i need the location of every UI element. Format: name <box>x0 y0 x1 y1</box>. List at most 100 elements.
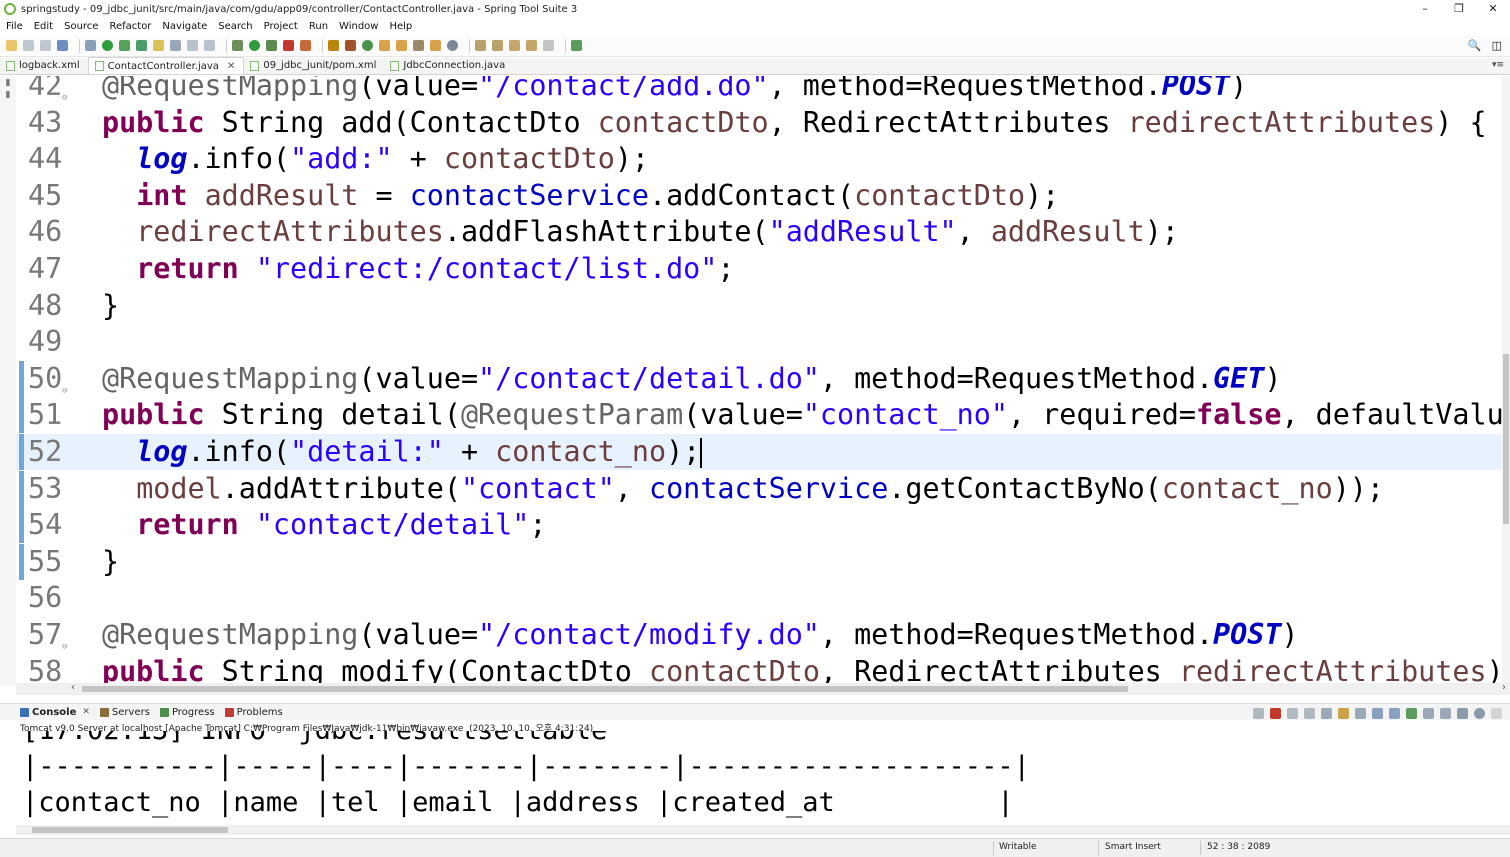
tab-list-menu-icon[interactable]: ▾≡ <box>1492 60 1504 70</box>
restore-button[interactable]: ❐ <box>1442 0 1476 18</box>
open-folder-icon[interactable] <box>430 40 441 51</box>
close-button[interactable]: ✕ <box>1476 0 1510 18</box>
menu-source[interactable]: Source <box>64 21 98 32</box>
refresh-icon[interactable] <box>119 40 130 51</box>
paragraph-icon[interactable] <box>204 40 215 51</box>
forward-icon[interactable] <box>543 40 554 51</box>
word-wrap-icon[interactable] <box>1355 708 1366 719</box>
code-line[interactable]: 43 public String add(ContactDto contactDt… <box>16 105 1502 141</box>
code-line[interactable]: 53 model.addAttribute("contact", contact… <box>16 470 1502 507</box>
editor-horizontal-scrollbar[interactable]: ‹ › <box>16 682 1510 695</box>
toggle-markers-icon[interactable] <box>136 40 147 51</box>
code-line[interactable]: 45 int addResult = contactService.addCon… <box>16 178 1502 214</box>
code-line[interactable]: 51 public String detail(@RequestParam(val… <box>16 397 1502 434</box>
open-perspective-icon[interactable]: ◫ <box>1492 39 1502 52</box>
code-line[interactable]: 54 return "contact/detail"; <box>16 507 1502 544</box>
menu-help[interactable]: Help <box>389 21 412 32</box>
tab-jdbc-connection[interactable]: JdbcConnection.java <box>384 57 513 74</box>
scroll-right-icon[interactable]: › <box>1502 682 1506 693</box>
clear-console-icon[interactable] <box>1321 708 1332 719</box>
open-task-icon[interactable] <box>396 40 407 51</box>
code-line[interactable]: 47 return "redirect:/contact/list.do"; <box>16 251 1502 287</box>
show-on-stdout-icon[interactable] <box>1372 708 1383 719</box>
display-console-icon[interactable] <box>1423 708 1434 719</box>
block-selection-icon[interactable] <box>170 40 181 51</box>
remove-all-icon[interactable] <box>1304 708 1315 719</box>
close-icon[interactable]: ✕ <box>227 61 235 72</box>
pin-console-icon[interactable] <box>1406 708 1417 719</box>
code-line[interactable]: 50 ⊖ @RequestMapping(value="/contact/detai… <box>16 360 1502 397</box>
scroll-left-icon[interactable]: ‹ <box>71 682 75 693</box>
code-line[interactable]: 46 redirectAttributes.addFlashAttribute(… <box>16 214 1502 250</box>
close-icon[interactable]: ✕ <box>82 707 90 717</box>
external-tools-icon[interactable] <box>300 40 311 51</box>
menu-refactor[interactable]: Refactor <box>109 21 151 32</box>
gear-icon[interactable] <box>1474 708 1485 719</box>
coverage-icon[interactable] <box>266 40 277 51</box>
new-class-icon[interactable] <box>362 40 373 51</box>
tab-logback-xml[interactable]: logback.xml <box>0 57 88 74</box>
code-line[interactable]: 48} <box>16 288 1502 324</box>
tab-problems[interactable]: Problems <box>224 707 283 718</box>
code-line[interactable]: 44 log.info("add:" + contactDto); <box>16 141 1502 177</box>
minimize-button[interactable]: – <box>1408 0 1442 18</box>
scroll-lock-icon[interactable] <box>1338 708 1349 719</box>
menu-edit[interactable]: Edit <box>34 21 53 32</box>
open-type-icon[interactable] <box>379 40 390 51</box>
open-console-icon[interactable] <box>1440 708 1451 719</box>
code-line[interactable]: 49 <box>16 324 1502 360</box>
next-annotation-icon[interactable] <box>475 40 486 51</box>
minimize-view-icon[interactable] <box>1491 708 1502 719</box>
pin-editor-icon[interactable] <box>571 40 582 51</box>
code-line[interactable]: 56 <box>16 580 1502 616</box>
new-icon[interactable] <box>6 40 17 51</box>
tab-servers[interactable]: Servers <box>99 707 150 718</box>
menu-file[interactable]: File <box>6 21 23 32</box>
tab-contact-controller[interactable]: ContactController.java ✕ <box>87 57 245 74</box>
code-line[interactable]: 52 log.info("detail:" + contact_no); <box>16 434 1502 470</box>
show-on-stderr-icon[interactable] <box>1389 708 1400 719</box>
debug-icon[interactable] <box>232 40 243 51</box>
code-line[interactable]: 57 ⊖ @RequestMapping(value="/contact/modif… <box>16 617 1502 653</box>
menu-run[interactable]: Run <box>309 21 328 32</box>
search-icon[interactable]: 🔍 <box>1468 39 1482 52</box>
disconnect-icon[interactable] <box>1253 708 1264 719</box>
globe-icon[interactable] <box>447 40 458 51</box>
previous-annotation-icon[interactable] <box>492 40 503 51</box>
code-editor[interactable]: 42 ⊖ @RequestMapping(value="/contact/add.d… <box>16 76 1502 683</box>
search-tool-icon[interactable] <box>413 40 424 51</box>
code-token: ) <box>1264 361 1282 395</box>
back-icon[interactable] <box>526 40 537 51</box>
scrollbar-thumb[interactable] <box>32 827 228 833</box>
console-output[interactable]: [17:02:13] INFO jdbc.resultsettable |----… <box>16 731 1502 823</box>
highlight-icon[interactable] <box>153 40 164 51</box>
skip-breakpoints-icon[interactable] <box>85 40 96 51</box>
last-edit-location-icon[interactable] <box>509 40 520 51</box>
show-whitespace-icon[interactable] <box>187 40 198 51</box>
new-java-project-icon[interactable] <box>328 40 339 51</box>
scrollbar-thumb[interactable] <box>1503 354 1509 524</box>
console-horizontal-scrollbar[interactable] <box>16 825 1510 835</box>
stop-icon[interactable] <box>283 40 294 51</box>
menu-search[interactable]: Search <box>218 21 252 32</box>
editor-vertical-scrollbar[interactable] <box>1502 76 1510 683</box>
tab-console[interactable]: Console ✕ <box>20 707 90 718</box>
terminate-icon[interactable] <box>1270 708 1281 719</box>
tab-pom-xml[interactable]: 09_jdbc_junit/pom.xml <box>244 57 384 74</box>
menu-navigate[interactable]: Navigate <box>162 21 207 32</box>
menu-window[interactable]: Window <box>339 21 378 32</box>
code-line[interactable]: 42 ⊖ @RequestMapping(value="/contact/add.d… <box>16 76 1502 104</box>
save-all-icon[interactable] <box>40 40 51 51</box>
menu-project[interactable]: Project <box>264 21 298 32</box>
scrollbar-thumb[interactable] <box>82 686 1128 692</box>
view-menu-icon[interactable] <box>1457 708 1468 719</box>
print-icon[interactable] <box>57 40 68 51</box>
remove-launch-icon[interactable] <box>1287 708 1298 719</box>
code-line[interactable]: 55} <box>16 543 1502 580</box>
run-icon[interactable] <box>249 40 260 51</box>
new-package-icon[interactable] <box>345 40 356 51</box>
code-line[interactable]: 58 public String modify(ContactDto contac… <box>16 654 1502 683</box>
spring-boot-icon[interactable] <box>102 40 113 51</box>
save-icon[interactable] <box>23 40 34 51</box>
tab-progress[interactable]: Progress <box>159 707 215 718</box>
